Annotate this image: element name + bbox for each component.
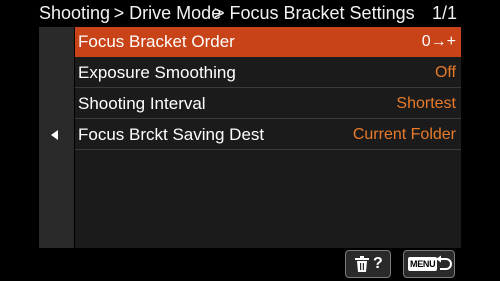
menu-item-focus-brckt-saving-dest[interactable]: Focus Brckt Saving Dest Current Folder [75, 120, 461, 150]
header-bar: Shooting > Drive Mode > Focus Bracket Se… [0, 0, 500, 26]
menu-item-label: Focus Bracket Order [78, 32, 235, 51]
menu-item-label: Focus Brckt Saving Dest [78, 125, 265, 144]
settings-menu: Focus Bracket Order 0→+ Exposure Smoothi… [75, 27, 461, 248]
menu-item-label: Shooting Interval [78, 94, 206, 113]
menu-item-value: Current Folder [352, 126, 456, 143]
side-panel [39, 27, 74, 248]
menu-icon: MENU [408, 257, 438, 271]
help-icon: ? [373, 255, 383, 272]
breadcrumb-focus-bracket-settings: > Focus Bracket Settings [214, 3, 415, 23]
trash-icon [355, 256, 369, 272]
page-indicator: 1/1 [432, 3, 458, 23]
return-icon [436, 255, 452, 270]
menu-item-value: Off [434, 64, 456, 81]
menu-item-exposure-smoothing[interactable]: Exposure Smoothing Off [75, 58, 461, 88]
left-arrow-icon[interactable] [51, 130, 58, 140]
menu-item-value: Shortest [396, 95, 456, 112]
menu-item-shooting-interval[interactable]: Shooting Interval Shortest [75, 89, 461, 119]
menu-item-value: 0→+ [421, 33, 456, 50]
menu-item-label: Exposure Smoothing [78, 63, 236, 82]
delete-help-button[interactable]: ? [345, 250, 391, 278]
menu-return-button[interactable]: MENU [403, 250, 455, 278]
menu-item-focus-bracket-order[interactable]: Focus Bracket Order 0→+ [75, 27, 461, 57]
breadcrumb-drive-mode: Shooting > Drive Mode [39, 3, 222, 23]
